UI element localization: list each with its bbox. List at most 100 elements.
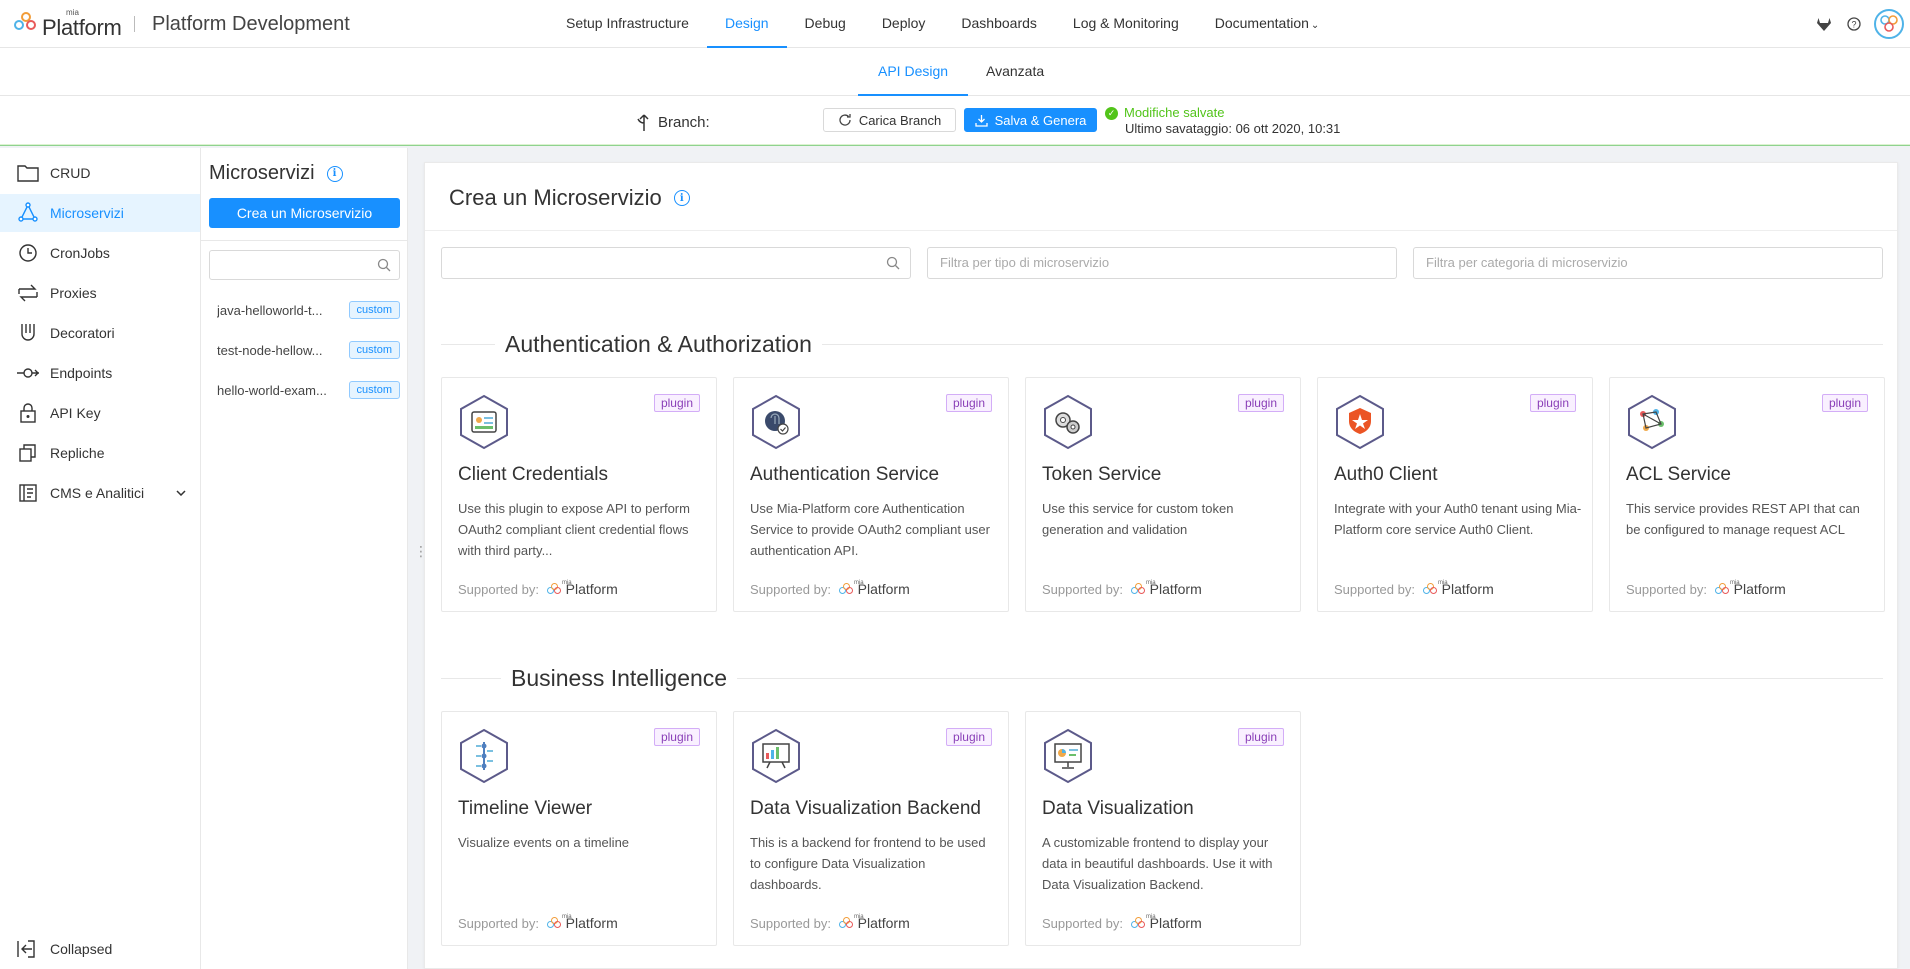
logo-rings-icon — [1130, 917, 1145, 929]
sidebar-item-api-key[interactable]: API Key — [0, 394, 200, 432]
project-title[interactable]: Platform Development — [152, 13, 350, 36]
plugin-card[interactable]: plugin Timeline Viewer Visualize events … — [441, 711, 717, 946]
search-icon — [377, 258, 391, 272]
tab-api-design[interactable]: API Design — [858, 48, 969, 96]
gitlab-icon[interactable] — [1814, 14, 1834, 34]
card-description: Use this service for custom token genera… — [1042, 501, 1234, 537]
card-description: Integrate with your Auth0 tenant using M… — [1334, 501, 1582, 537]
list-item[interactable]: test-node-hellow... custom — [217, 338, 400, 362]
plugin-badge: plugin — [945, 394, 992, 412]
microservices-panel: Microservizi i Crea un Microservizio jav… — [201, 148, 408, 969]
supporter-text: Platform — [857, 915, 910, 931]
nav-documentation[interactable]: Documentation ⌄ — [1197, 0, 1338, 48]
plugin-badge: plugin — [1821, 394, 1868, 412]
logo-text: Platform — [42, 15, 122, 40]
supporter-small-text: mia — [1145, 580, 1156, 586]
logo-rings-icon — [1130, 583, 1145, 595]
card-title: Token Service — [1042, 464, 1162, 485]
nav-dashboards[interactable]: Dashboards — [943, 0, 1055, 48]
load-branch-button[interactable]: Carica Branch — [823, 108, 956, 132]
chevron-down-icon — [176, 488, 186, 499]
mia-platform-mini-logo: mia Platform — [1130, 580, 1202, 597]
branch-bar: Branch: Carica Branch Salva & Genera ✓ Mo… — [0, 96, 1910, 146]
card-title: Auth0 Client — [1334, 464, 1438, 485]
decorator-icon — [16, 321, 40, 345]
custom-tag: custom — [348, 301, 400, 319]
supported-by: Supported by: mia Platform — [1042, 914, 1202, 931]
logo-rings-icon — [14, 12, 38, 36]
sidebar-item-endpoints[interactable]: Endpoints — [0, 354, 200, 392]
microservices-search-input[interactable] — [209, 250, 400, 280]
user-avatar[interactable] — [1874, 9, 1904, 39]
design-subtabs: API Design Avanzata — [0, 48, 1910, 96]
info-icon[interactable]: i — [326, 165, 343, 182]
logo-rings-icon — [838, 917, 853, 929]
section-title: Business Intelligence — [501, 665, 738, 692]
mia-platform-mini-logo: mia Platform — [1422, 580, 1494, 597]
filter-type-select[interactable]: Filtra per tipo di microservizio — [927, 247, 1397, 279]
nav-log-monitoring[interactable]: Log & Monitoring — [1055, 0, 1197, 48]
supporter-small-text: mia — [561, 914, 572, 920]
sidebar-item-decoratori[interactable]: Decoratori — [0, 314, 200, 352]
logo-rings-icon — [1714, 583, 1729, 595]
endpoint-icon — [16, 361, 40, 385]
search-input[interactable] — [441, 247, 911, 279]
dashboard-icon — [1044, 728, 1092, 784]
sidebar-item-label: CRUD — [50, 165, 91, 181]
supported-by: Supported by: mia Platform — [1042, 580, 1202, 597]
supported-by-label: Supported by: — [1042, 581, 1123, 597]
panel-header: Crea un Microservizio i — [425, 163, 1897, 231]
info-icon[interactable]: i — [673, 190, 690, 206]
mia-platform-logo[interactable]: mia Platform — [14, 6, 122, 42]
supported-by-label: Supported by: — [750, 581, 831, 597]
supported-by: Supported by: mia Platform — [1626, 580, 1786, 597]
plugin-card[interactable]: plugin Authentication Service Use Mia-Pl… — [733, 377, 1009, 612]
sidebar-item-crud[interactable]: CRUD — [0, 154, 200, 192]
divider — [0, 145, 1910, 146]
sidebar-item-label: API Key — [50, 405, 101, 421]
nav-debug[interactable]: Debug — [787, 0, 864, 48]
card-title: Timeline Viewer — [458, 798, 593, 819]
plugin-card[interactable]: plugin Auth0 Client Integrate with your … — [1317, 377, 1593, 612]
supporter-small-text: mia — [1437, 580, 1448, 586]
card-description: A customizable frontend to display your … — [1042, 835, 1273, 892]
help-icon[interactable]: ? — [1844, 14, 1864, 34]
sidebar-item-cronjobs[interactable]: CronJobs — [0, 234, 200, 272]
supporter-small-text: mia — [1145, 914, 1156, 920]
load-branch-label: Carica Branch — [858, 112, 942, 128]
filter-category-select[interactable]: Filtra per categoria di microservizio — [1413, 247, 1883, 279]
microservices-icon — [16, 201, 40, 225]
sidebar-item-cms-analitici[interactable]: CMS e Analitici — [0, 474, 200, 512]
plugin-card[interactable]: plugin Data Visualization Backend This i… — [733, 711, 1009, 946]
sidebar-item-proxies[interactable]: Proxies — [0, 274, 200, 312]
collapse-sidebar-button[interactable]: Collapsed — [0, 930, 200, 968]
list-item[interactable]: java-helloworld-t... custom — [217, 298, 400, 322]
plugin-card[interactable]: plugin Token Service Use this service fo… — [1025, 377, 1301, 612]
save-status: ✓ Modifiche salvate Ultimo savataggio: 06… — [1105, 105, 1340, 137]
id-card-icon — [460, 394, 508, 450]
sidebar-item-microservizi[interactable]: Microservizi — [0, 194, 200, 232]
sidebar-item-label: Repliche — [50, 445, 105, 461]
fingerprint-icon — [752, 394, 800, 450]
create-microservice-button[interactable]: Crea un Microservizio — [209, 198, 400, 228]
nav-deploy[interactable]: Deploy — [864, 0, 944, 48]
nav-design[interactable]: Design — [706, 0, 787, 48]
logo-rings-icon — [1422, 583, 1437, 595]
lock-icon — [16, 401, 40, 425]
plugin-badge: plugin — [653, 394, 700, 412]
plugin-card[interactable]: plugin ACL Service This service provides… — [1609, 377, 1885, 612]
plugin-badge: plugin — [653, 728, 700, 746]
supported-by: Supported by: mia Platform — [750, 580, 910, 597]
save-generate-button[interactable]: Salva & Genera — [964, 108, 1097, 132]
sidebar-item-repliche[interactable]: Repliche — [0, 434, 200, 472]
list-item[interactable]: hello-world-exam... custom — [217, 378, 400, 402]
cms-icon — [16, 481, 40, 505]
nav-setup-infrastructure[interactable]: Setup Infrastructure — [548, 0, 707, 48]
auth0-icon — [1336, 394, 1384, 450]
microservice-name: hello-world-exam... — [217, 382, 327, 398]
plugin-card[interactable]: plugin Data Visualization A customizable… — [1025, 711, 1301, 946]
tab-avanzata[interactable]: Avanzata — [966, 48, 1064, 96]
supporter-text: Platform — [857, 581, 910, 597]
plugin-card[interactable]: plugin Client Credentials Use this plugi… — [441, 377, 717, 612]
branch-selector[interactable]: Branch: — [636, 112, 710, 132]
